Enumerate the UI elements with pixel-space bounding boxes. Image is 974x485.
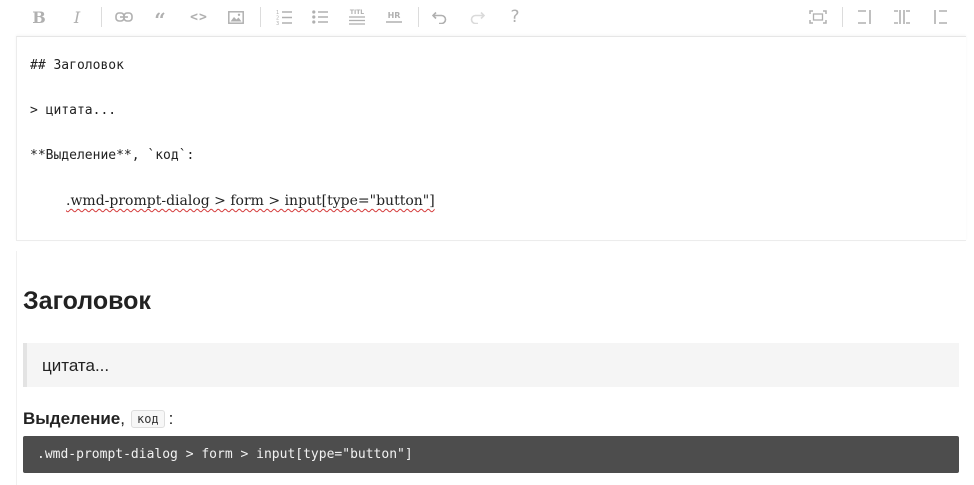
- markdown-editor[interactable]: ## Заголовок > цитата... **Выделение**, …: [16, 36, 966, 241]
- fullscreen-icon: [809, 10, 827, 24]
- preview-only-icon: [934, 10, 947, 24]
- editor-line: **Выделение**, `код`:: [30, 148, 195, 163]
- preview-code-block-text: .wmd-prompt-dialog > form > input[type="…: [37, 447, 413, 462]
- preview-comma: ,: [120, 409, 125, 428]
- redo-icon: [470, 11, 485, 24]
- toolbar-separator: [418, 7, 419, 27]
- ordered-list-button[interactable]: 123: [272, 6, 296, 28]
- split-view-button[interactable]: [890, 6, 914, 28]
- preview-only-button[interactable]: [928, 6, 952, 28]
- fullscreen-button[interactable]: [806, 6, 830, 28]
- editor-line-code: .wmd-prompt-dialog > form > input[type="…: [66, 193, 435, 209]
- horizontal-rule-button[interactable]: HR: [382, 6, 406, 28]
- italic-button[interactable]: I: [65, 6, 89, 28]
- link-icon: [115, 12, 133, 22]
- redo-button[interactable]: [465, 6, 489, 28]
- help-button[interactable]: ?: [503, 6, 527, 28]
- preview-bold-text: Выделение: [23, 409, 121, 428]
- bulleted-list-icon: [312, 10, 328, 24]
- image-icon: [228, 10, 244, 24]
- preview-heading: Заголовок: [23, 287, 151, 315]
- preview-paragraph: Выделение , код :: [23, 409, 173, 429]
- heading-button[interactable]: TITL: [345, 6, 369, 28]
- horizontal-rule-icon-label: HR: [387, 10, 401, 20]
- toolbar-separator: [101, 7, 102, 27]
- preview-code-block: .wmd-prompt-dialog > form > input[type="…: [23, 436, 959, 473]
- toolbar-separator: [260, 7, 261, 27]
- heading-icon-label: TITL: [349, 9, 365, 16]
- undo-icon: [432, 11, 447, 24]
- preview-blockquote: цитата...: [23, 343, 959, 387]
- editor-only-icon: [858, 10, 871, 24]
- quote-icon: “: [154, 8, 166, 32]
- split-view-icon: [894, 10, 910, 24]
- ordered-list-icon: 123: [276, 10, 292, 25]
- toolbar-separator: [842, 7, 843, 27]
- undo-button[interactable]: [428, 6, 452, 28]
- editor-only-button[interactable]: [853, 6, 877, 28]
- svg-text:3: 3: [276, 21, 279, 25]
- preview-colon: :: [168, 409, 174, 428]
- italic-icon: I: [73, 7, 81, 27]
- code-icon: <>: [190, 9, 208, 25]
- help-icon: ?: [510, 7, 520, 27]
- bold-button[interactable]: B: [27, 6, 51, 28]
- code-button[interactable]: <>: [187, 6, 211, 28]
- heading-icon: TITL: [349, 9, 365, 25]
- bulleted-list-button[interactable]: [308, 6, 332, 28]
- bold-icon: B: [32, 7, 46, 27]
- editor-code-text: .wmd-prompt-dialog > form > input[type="…: [66, 193, 435, 209]
- preview-inline-code: код: [130, 410, 165, 428]
- editor-line: > цитата...: [30, 103, 117, 118]
- markdown-preview: Заголовок цитата... Выделение , код : .w…: [16, 251, 966, 485]
- horizontal-rule-icon: HR: [386, 11, 402, 24]
- editor-toolbar: B I “ <> 123 TITL HR ?: [0, 0, 974, 36]
- link-button[interactable]: [112, 6, 136, 28]
- editor-line: ## Заголовок: [30, 58, 124, 73]
- preview-blockquote-text: цитата...: [42, 356, 110, 375]
- image-button[interactable]: [224, 6, 248, 28]
- quote-button[interactable]: “: [148, 6, 172, 32]
